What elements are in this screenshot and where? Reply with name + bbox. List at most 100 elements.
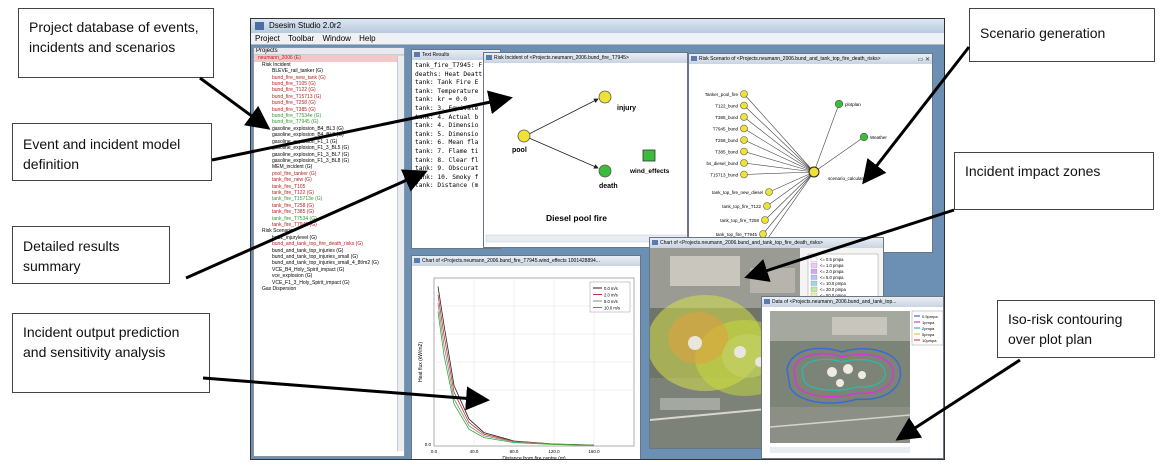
text-results-title: Text Results [422, 52, 450, 58]
risk-incident-title: Risk Incident of <Projects.neumann_2006.… [494, 55, 629, 61]
scenario-hub-label: scenario_calculator [828, 176, 867, 181]
iso-risk-map: 0.5pmpa1pmpa2pmpa5pmpa10pmpa [762, 307, 943, 458]
x-tick-label: 0.0 [431, 449, 438, 454]
x-tick-label: 40.0 [470, 449, 479, 454]
chart-title: Chart of <Projects.neumann_2006.bund_fir… [422, 258, 600, 264]
tank-marker [734, 346, 746, 358]
risk-scenario-title: Risk Scenario of <Projects.neumann_2006.… [699, 56, 881, 62]
label-injury: injury [617, 105, 636, 112]
legend-label: <= 10.0 pmpa [820, 281, 847, 286]
y-tick-label: 0.0 [425, 442, 432, 447]
scenario-input-node[interactable] [834, 99, 844, 109]
legend-label: 5.0 m/s [604, 299, 618, 304]
callout-iso-risk: Iso-risk contouring over plot plan [997, 300, 1155, 358]
tree-scrollbar[interactable] [397, 56, 404, 451]
callout-project-database: Project database of events, incidents an… [18, 8, 214, 78]
risk-incident-titlebar[interactable]: Risk Incident of <Projects.neumann_2006.… [484, 53, 687, 63]
legend-label: <= 2.0 pmpa [820, 269, 844, 274]
impact-title: Chart of <Projects.neumann_2006.bund_and… [660, 240, 823, 246]
scenario-node[interactable] [740, 113, 748, 121]
legend-swatch [810, 262, 818, 268]
legend-label: 5pmpa [922, 332, 935, 337]
legend-label: <= 0.5 pmpa [820, 257, 844, 262]
impact-titlebar[interactable]: Chart of <Projects.neumann_2006.bund_and… [650, 238, 883, 248]
legend-swatch [810, 256, 818, 262]
scenario-node[interactable] [740, 101, 748, 110]
node-injury[interactable] [598, 90, 612, 104]
callout-incident-output: Incident output prediction and sensitivi… [12, 313, 210, 393]
scenario-node[interactable] [740, 90, 748, 98]
legend-label: 10.0 m/s [604, 306, 620, 311]
risk-incident-window: Risk Incident of <Projects.neumann_2006.… [483, 52, 688, 248]
node-wind-effects[interactable] [642, 149, 656, 162]
iso-scrollbar[interactable] [770, 447, 910, 453]
app-title: Dsesim Studio 2.0r2 [269, 21, 342, 30]
scenario-node[interactable] [740, 124, 748, 133]
chart-window: Chart of <Projects.neumann_2006.bund_fir… [411, 255, 641, 459]
scenario-node[interactable] [740, 136, 748, 144]
legend-label: 2.0 m/s [604, 293, 618, 298]
scenario-node[interactable] [740, 170, 748, 179]
callout-event-incident: Event and incident model definition [12, 123, 212, 181]
tree-gas-dispersion[interactable]: Gas Dispersion [254, 286, 404, 292]
scenario-node-label: T15713_bund [710, 173, 738, 178]
menu-help[interactable]: Help [359, 34, 375, 43]
x-tick-label: 80.0 [510, 449, 519, 454]
legend-swatch [810, 286, 818, 292]
scenario-node-label: T385_bund [715, 150, 738, 155]
tree-header: Projects [254, 48, 404, 56]
incident-graph: pool injury death wind_effects Diesel po… [485, 90, 687, 243]
scenario-node[interactable] [763, 202, 771, 210]
scenario-input-node[interactable] [859, 132, 869, 142]
scenario-node[interactable] [765, 188, 773, 196]
scenario-node-label: tank_top_fire_new_diesel [712, 190, 763, 195]
callout-detailed-results: Detailed results summary [12, 226, 170, 284]
risk-scenario-titlebar[interactable]: Risk Scenario of <Projects.neumann_2006.… [689, 54, 932, 64]
menu-window[interactable]: Window [322, 34, 350, 43]
legend-swatch [810, 274, 818, 280]
heat-flux-chart: 0.0 40.0 80.0 120.0 160.0 0.0 Distance from fi… [418, 277, 635, 459]
callout-scenario-generation: Scenario generation [969, 8, 1155, 62]
legend-label: <= 20.0 pmpa [820, 287, 847, 292]
scenario-node[interactable] [761, 216, 769, 224]
label-death: death [599, 183, 618, 190]
scenario-node-label: T258_bund [715, 138, 738, 143]
impact-legend: <= 0.5 pmpa<= 1.0 pmpa<= 2.0 pmpa<= 5.0 … [807, 253, 879, 301]
scenario-node-label: bs_diesel_bund [706, 161, 738, 166]
legend-swatch [810, 280, 818, 286]
chart-legend: 0.0 m/s 2.0 m/s5.0 m/s 10.0 m/s [589, 281, 631, 313]
window-buttons[interactable]: ▭ ✕ [918, 55, 930, 64]
iso-legend: 0.5pmpa1pmpa2pmpa5pmpa10pmpa [911, 310, 943, 346]
legend-label: 0.0 m/s [604, 286, 618, 291]
iso-risk-window: Data of <Projects.neumann_2006.bund_and_… [761, 296, 944, 459]
tank-marker [688, 336, 702, 350]
app-icon [255, 22, 264, 30]
node-death[interactable] [598, 164, 612, 178]
incident-list: BLEVE_rail_tanker (G) bund_fire_new_tank … [254, 68, 404, 228]
scenario-node-label: plotplan [845, 102, 861, 107]
scenario-node[interactable] [740, 147, 748, 156]
label-pool: pool [512, 147, 527, 154]
menu-toolbar[interactable]: Toolbar [288, 34, 314, 43]
node-pool[interactable] [517, 129, 531, 143]
legend-label: 2pmpa [922, 326, 935, 331]
app-titlebar: Dsesim Studio 2.0r2 [251, 19, 944, 33]
legend-swatch [810, 268, 818, 274]
scenario-node[interactable] [740, 159, 748, 167]
legend-label: 0.5pmpa [922, 314, 938, 319]
legend-label: 1pmpa [922, 320, 935, 325]
menu-project[interactable]: Project [255, 34, 280, 43]
chart-titlebar[interactable]: Chart of <Projects.neumann_2006.bund_fir… [412, 256, 640, 266]
scenario-calculator-node[interactable] [808, 166, 820, 178]
scenario-node-label: Weather [870, 135, 887, 140]
legend-label: <= 5.0 pmpa [820, 275, 844, 280]
scenario-list: bob2_injurylevel (G) bund_and_tank_top_fi… [254, 235, 404, 286]
legend-label: 10pmpa [922, 338, 937, 343]
iso-title: Data of <Projects.neumann_2006.bund_and_… [772, 299, 897, 305]
app-window: Dsesim Studio 2.0r2 Project Toolbar Wind… [250, 18, 945, 460]
iso-titlebar[interactable]: Data of <Projects.neumann_2006.bund_and_… [762, 297, 943, 307]
risk-scenario-window: Risk Scenario of <Projects.neumann_2006.… [688, 53, 933, 253]
project-tree[interactable]: Projects neumann_2006 (E) Risk Incident … [253, 47, 405, 457]
y-axis-label: Heat flux (kW/m2) [418, 342, 424, 382]
scenario-node-label: T385_bund [715, 115, 738, 120]
